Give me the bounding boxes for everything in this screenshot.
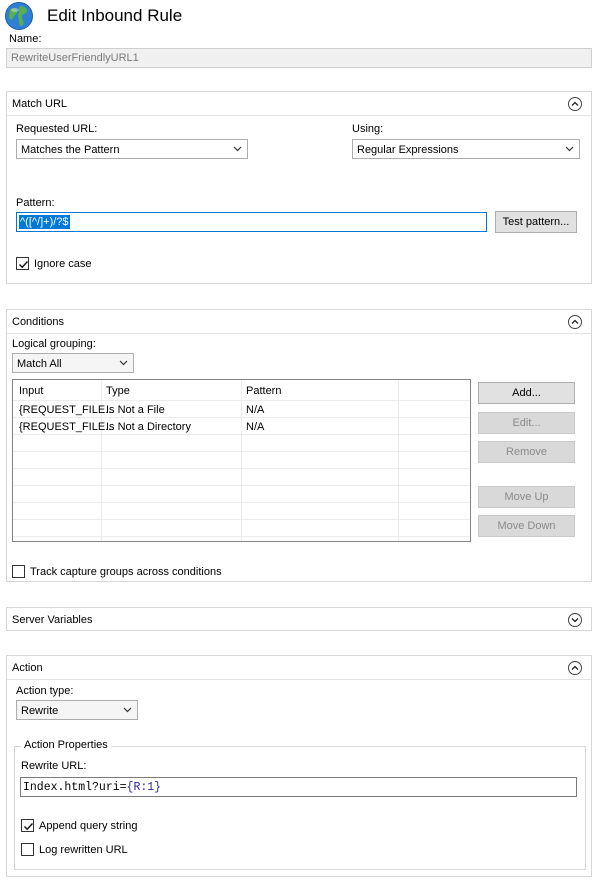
rewrite-url-prefix: Index.html?uri= (23, 781, 127, 794)
using-value: Regular Expressions (357, 144, 459, 156)
name-field[interactable]: RewriteUserFriendlyURL1 (6, 48, 592, 68)
pattern-label: Pattern: (16, 197, 55, 209)
conditions-panel: Conditions Logical grouping: Match All I… (6, 309, 592, 582)
append-query-string-checkbox[interactable] (21, 819, 34, 832)
requested-url-label: Requested URL: (16, 123, 98, 135)
rewrite-url-variable: R:1 (133, 781, 155, 794)
cell-input: {REQUEST_FILE... (19, 404, 115, 416)
logical-grouping-label: Logical grouping: (12, 338, 96, 350)
move-down-button[interactable]: Move Down (478, 515, 575, 537)
pattern-input[interactable]: ^([^/]+)/?$ (16, 212, 487, 232)
check-icon (24, 823, 34, 831)
cell-pattern: N/A (246, 404, 265, 416)
requested-url-select[interactable]: Matches the Pattern (16, 139, 248, 159)
remove-condition-button[interactable]: Remove (478, 441, 575, 463)
chevron-down-icon (565, 146, 574, 152)
name-label: Name: (9, 33, 42, 45)
action-type-select[interactable]: Rewrite (16, 700, 138, 720)
expand-icon[interactable] (568, 613, 582, 627)
append-query-string-label[interactable]: Append query string (39, 820, 137, 832)
column-header-pattern[interactable]: Pattern (246, 385, 281, 397)
track-capture-groups-label[interactable]: Track capture groups across conditions (30, 566, 222, 578)
collapse-icon[interactable] (568, 661, 582, 675)
edit-condition-button[interactable]: Edit... (478, 412, 575, 434)
ignore-case-checkbox[interactable] (16, 257, 29, 270)
action-properties-group: Action Properties Rewrite URL: Index.htm… (14, 739, 586, 870)
collapse-icon[interactable] (568, 315, 582, 329)
action-header[interactable]: Action (7, 656, 591, 680)
column-header-input[interactable]: Input (19, 385, 43, 397)
cell-type: Is Not a File (106, 404, 165, 416)
action-type-value: Rewrite (21, 705, 59, 717)
rewrite-url-value: Index.html?uri={R:1} (23, 781, 161, 794)
rewrite-url-close-brace: } (154, 781, 162, 794)
globe-icon (4, 1, 34, 31)
chevron-down-icon (123, 707, 132, 713)
conditions-table[interactable]: Input Type Pattern {REQUEST_FILE... Is N… (12, 379, 471, 542)
action-type-label: Action type: (16, 685, 74, 697)
cell-pattern: N/A (246, 421, 265, 433)
cell-type: Is Not a Directory (106, 421, 191, 433)
logical-grouping-select[interactable]: Match All (12, 353, 134, 373)
action-properties-legend: Action Properties (21, 739, 111, 751)
match-url-title: Match URL (12, 98, 68, 110)
match-url-panel: Match URL Requested URL: Matches the Pat… (6, 91, 592, 284)
move-up-button[interactable]: Move Up (478, 486, 575, 508)
cell-input: {REQUEST_FILE... (19, 421, 115, 433)
page-title: Edit Inbound Rule (47, 6, 183, 25)
conditions-header[interactable]: Conditions (7, 310, 591, 334)
collapse-icon[interactable] (568, 97, 582, 111)
chevron-down-icon (233, 146, 242, 152)
name-value: RewriteUserFriendlyURL1 (11, 52, 139, 64)
using-select[interactable]: Regular Expressions (352, 139, 580, 159)
column-header-type[interactable]: Type (106, 385, 130, 397)
match-url-header[interactable]: Match URL (7, 92, 591, 116)
action-panel: Action Action type: Rewrite Action Prope… (6, 655, 592, 877)
add-condition-button[interactable]: Add... (478, 382, 575, 404)
check-icon (19, 261, 29, 269)
using-label: Using: (352, 123, 384, 135)
server-variables-panel: Server Variables (6, 607, 592, 631)
chevron-down-icon (119, 360, 128, 366)
logical-grouping-value: Match All (17, 358, 62, 370)
log-rewritten-url-checkbox[interactable] (21, 843, 34, 856)
server-variables-title: Server Variables (12, 614, 93, 626)
requested-url-value: Matches the Pattern (21, 144, 120, 156)
test-pattern-button[interactable]: Test pattern... (495, 211, 577, 233)
log-rewritten-url-label[interactable]: Log rewritten URL (39, 844, 128, 856)
rewrite-url-input[interactable]: Index.html?uri={R:1} (20, 777, 577, 797)
ignore-case-label[interactable]: Ignore case (34, 258, 91, 270)
action-title: Action (12, 662, 43, 674)
pattern-value: ^([^/]+)/?$ (19, 215, 70, 229)
conditions-title: Conditions (12, 316, 64, 328)
server-variables-header[interactable]: Server Variables (7, 608, 591, 632)
track-capture-groups-checkbox[interactable] (12, 565, 25, 578)
rewrite-url-label: Rewrite URL: (21, 760, 87, 772)
